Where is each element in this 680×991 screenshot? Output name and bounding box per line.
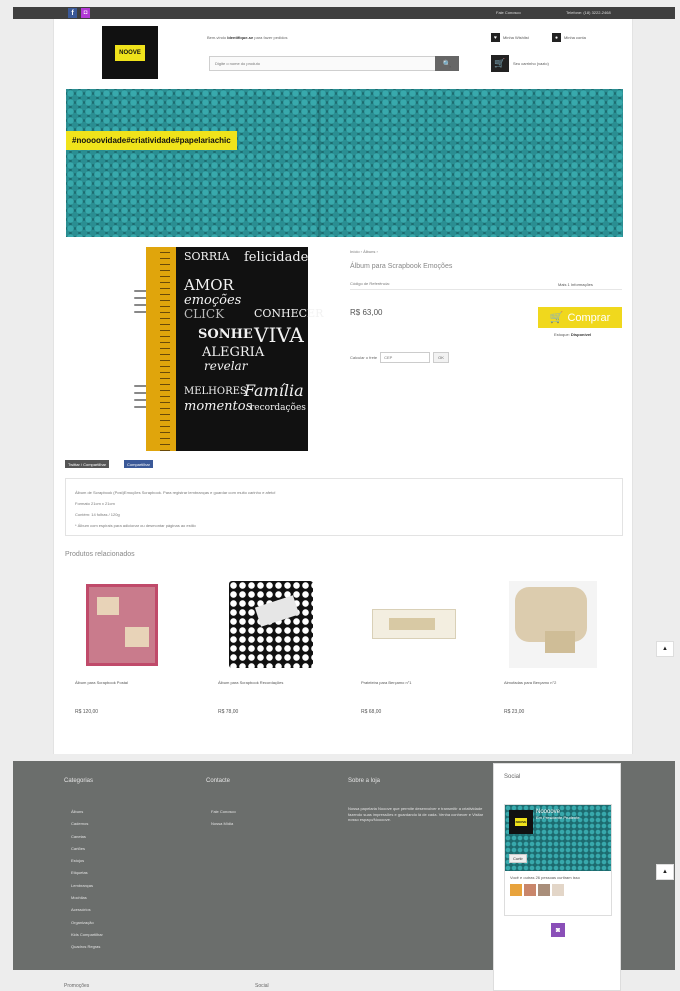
related-product[interactable]: Prateleira para Berçamo n°1 R$ 68,00 [351,581,471,715]
search-box: 🔍 [209,56,459,71]
scroll-top-button[interactable]: ▲ [656,864,674,880]
product-description: Álbum de Scrapbook (Post)Emoções Scrapbo… [65,478,623,536]
product-thumbnail[interactable] [80,581,168,668]
shipping-ok-button[interactable]: OK [433,352,449,363]
social-title: Social [504,774,521,780]
facebook-page-widget[interactable]: NOOVE Noooove Em Presidente Prudente Cur… [504,804,612,916]
like-button[interactable]: Curtir [509,854,527,863]
product-name[interactable]: Prateleira para Berçamo n°1 [361,680,471,686]
product-thumbnail[interactable] [509,581,597,668]
cart-link[interactable]: 🛒 Seu carrinho (vazio) [491,55,549,72]
footer-categories: Categorias Álbuns Cadernos Canetas Cartõ… [64,761,103,954]
breadcrumb[interactable]: Início › Álbuns › [350,249,378,254]
zipcode-input[interactable] [380,352,431,363]
footer-heading: Categorias [64,778,94,784]
footer-category-link[interactable]: Estojos [71,855,103,867]
divider [350,289,622,290]
product-thumbnail[interactable] [223,581,313,668]
product-title: Álbum para Scrapbook Emoções [350,263,453,270]
footer-category-link[interactable]: Organização [71,917,103,929]
bottom-section-title: Promoções [64,983,90,989]
footer-heading: Contacte [206,778,231,784]
scroll-top-button[interactable]: ▲ [656,641,674,657]
cart-icon: 🛒 [491,55,509,72]
main-page: NOOVE Bem-vindo Identifique-se para faze… [53,19,633,754]
page-name: Noooove Em Presidente Prudente [536,809,580,820]
album-cover: SORRIA felicidade AMOR emoções CLICK CON… [146,247,324,451]
wishlist-link[interactable]: ♥ Minha Wishlist [491,33,529,42]
buy-button[interactable]: 🛒 Comprar [538,307,622,328]
account-link[interactable]: ● Minha conta [552,33,586,42]
search-input[interactable] [210,57,430,70]
store-logo[interactable]: NOOVE [102,26,158,79]
login-link[interactable]: Identifique-se [227,35,253,40]
phone-number: Telefone: (18) 3222-2468 [566,10,611,15]
shipping-calculator: Calcular o frete OK [350,352,449,363]
search-button[interactable]: 🔍 [435,56,459,71]
promo-banner[interactable]: #noooovidade#criatividade#papelariachic [66,89,623,237]
avatar[interactable] [510,884,522,896]
facebook-icon[interactable]: f [68,8,77,18]
footer-category-link[interactable]: Etiquetas [71,867,103,879]
avatar[interactable] [524,884,536,896]
footer-category-link[interactable]: Canetas [71,831,103,843]
availability: Estoque: Disponível [554,332,592,337]
product-price: R$ 23,00 [504,709,525,715]
footer-heading: Sobre a loja [348,778,381,784]
more-info-link[interactable]: Mais 1 Informações [558,282,593,287]
related-product[interactable]: Álbum para Scrapbook Postal R$ 120,00 [65,581,185,715]
instagram-icon[interactable]: ◘ [81,8,90,18]
contact-link[interactable]: Fale Conosco [496,10,521,15]
product-price: R$ 68,00 [361,709,382,715]
product-reference: Código de Referência: [350,281,390,286]
social-panel: Social NOOVE Noooove Em Presidente Prude… [493,763,621,991]
product-thumbnail[interactable] [366,581,456,668]
related-product[interactable]: Almofadas para Berçamo n°2 R$ 23,00 [494,581,614,715]
footer-category-link[interactable]: Quadros Regras [71,941,103,953]
footer-category-link[interactable]: Cartões [71,843,103,855]
welcome-text: Bem-vindo Identifique-se para fazer pedi… [207,35,288,40]
top-bar: f ◘ Fale Conosco Telefone: (18) 3222-246… [13,7,675,19]
friends-like-text: Você e outras 26 pessoas curtiram isso [510,875,580,880]
product-price: R$ 78,00 [218,709,239,715]
product-name[interactable]: Álbum para Scrapbook Recordações [218,680,328,686]
product-price: R$ 120,00 [75,709,99,715]
avatar[interactable] [552,884,564,896]
related-product[interactable]: Álbum para Scrapbook Recordações R$ 78,0… [208,581,328,715]
avatar[interactable] [538,884,550,896]
product-price: R$ 63,00 [350,308,383,317]
footer-category-link[interactable]: Mochilas [71,892,103,904]
product-name[interactable]: Álbum para Scrapbook Postal [75,680,185,686]
tweet-button[interactable]: Twittar / Compartilhar [65,460,110,468]
product-name[interactable]: Almofadas para Berçamo n°2 [504,680,614,686]
footer-category-link[interactable]: Acessórios [71,904,103,916]
related-products-title: Produtos relacionados [65,551,135,558]
friend-avatars [505,884,611,896]
about-text: Nossa papelaria Nooove que permite desen… [348,806,484,822]
product-image[interactable]: SORRIA felicidade AMOR emoções CLICK CON… [94,247,324,451]
footer-category-link[interactable]: Cadernos [71,818,103,830]
footer-about: Sobre a loja Nossa papelaria Nooove que … [348,761,488,823]
footer-contact-link[interactable]: Fale Conosco [211,806,236,818]
banner-hashtags: #noooovidade#criatividade#papelariachic [66,131,237,150]
user-icon: ● [552,33,561,42]
footer-category-link[interactable]: Álbuns [71,806,103,818]
cover-words: SORRIA felicidade AMOR emoções CLICK CON… [184,249,324,414]
bottom-section-title: Social [255,983,269,989]
cart-icon: 🛒 [549,312,564,324]
footer-category-link[interactable]: Lembranças [71,880,103,892]
footer-contact: Contacte Fale Conosco Nossa Mídia [206,761,236,831]
page-logo: NOOVE [509,810,533,834]
footer-contact-link[interactable]: Nossa Mídia [211,818,236,830]
footer-category-link[interactable]: Kids Compartilhar [71,929,103,941]
instagram-icon[interactable]: ◙ [551,923,565,937]
facebook-share-button[interactable]: Compartilhar [124,460,153,468]
facebook-cover: NOOVE Noooove Em Presidente Prudente Cur… [505,805,611,871]
heart-icon: ♥ [491,33,500,42]
